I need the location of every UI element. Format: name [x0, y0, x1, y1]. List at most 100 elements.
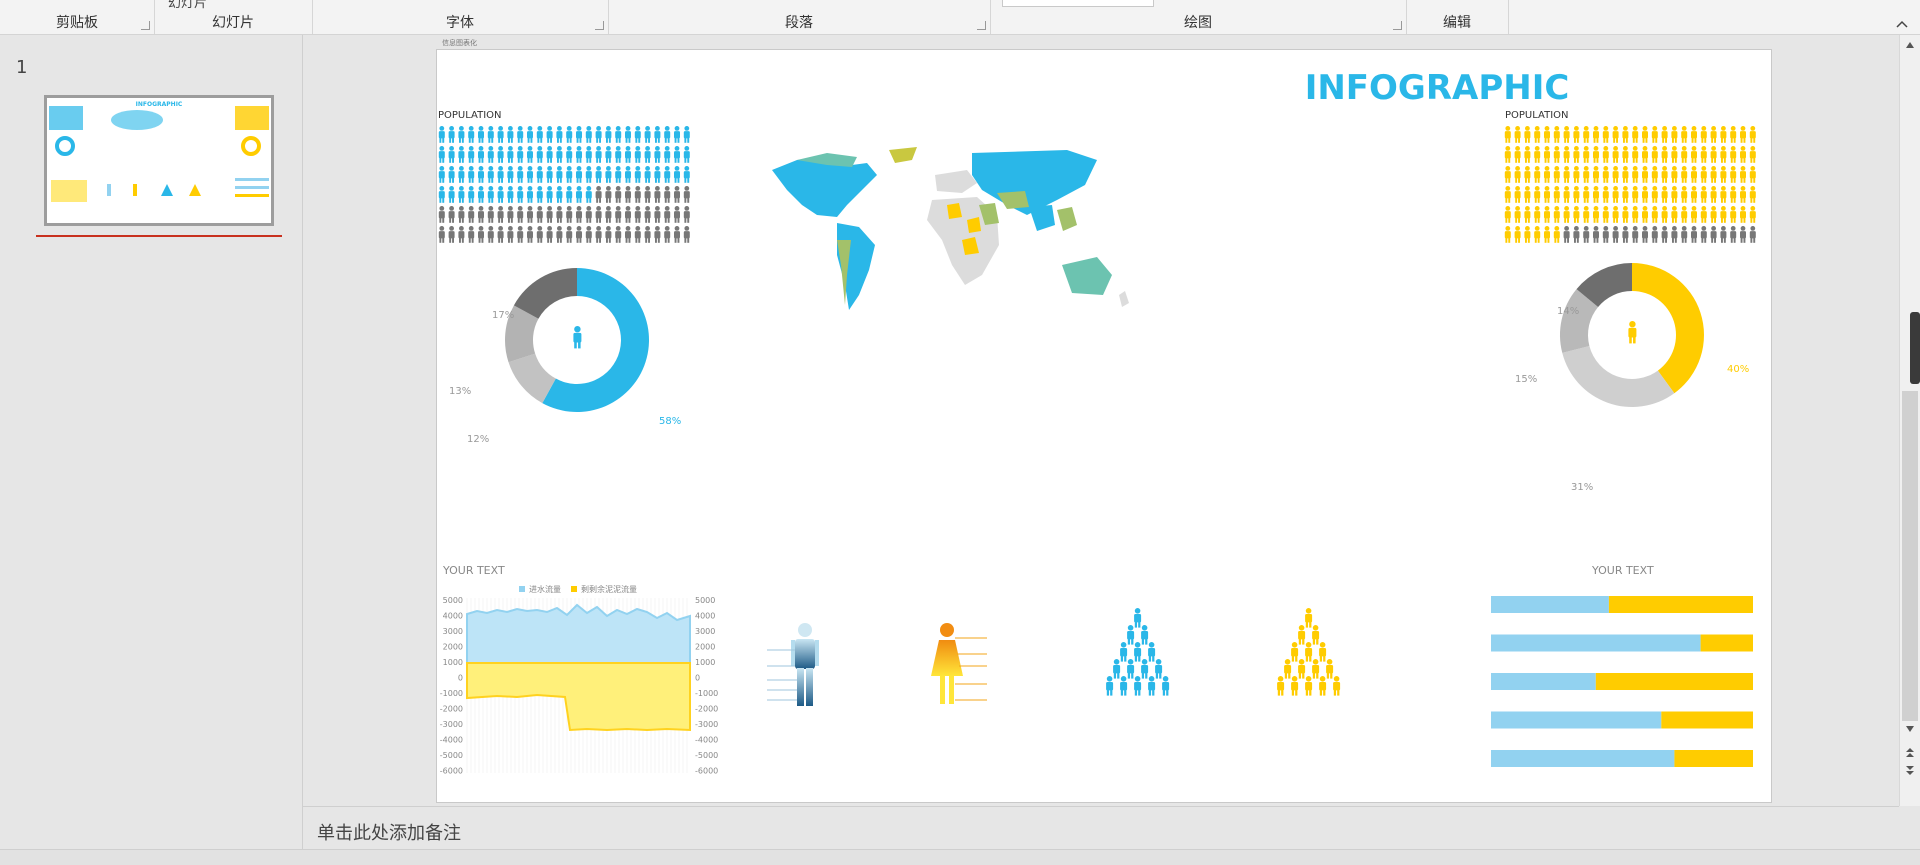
pyramid-person-icon [1148, 676, 1156, 696]
person-icon [1573, 226, 1580, 243]
pyramid-person-icon [1305, 642, 1313, 662]
person-icon [458, 226, 465, 243]
slide-small-title: 信息图表化 [442, 39, 477, 47]
person-icon [1524, 206, 1531, 223]
vertical-scrollbar[interactable] [1899, 35, 1920, 806]
person-icon [507, 186, 514, 203]
person-icon [438, 226, 445, 243]
person-icon [468, 206, 475, 223]
slide-thumbnail-pane: 1 INFOGRAPHIC [0, 35, 303, 849]
europe-region [935, 170, 977, 193]
y-tick-right: 3000 [695, 627, 715, 636]
legend-label-1: 进水流量 [529, 584, 561, 594]
notes-pane[interactable]: 单击此处添加备注 [303, 806, 1899, 850]
person-icon [1583, 226, 1590, 243]
person-icon [1700, 166, 1707, 183]
person-icon [487, 126, 494, 143]
next-slide-icon[interactable] [1905, 765, 1915, 777]
person-icon [1740, 146, 1746, 163]
person-icon [438, 146, 445, 163]
scroll-thumb[interactable] [1902, 391, 1918, 721]
person-icon [615, 166, 622, 183]
infographic-title[interactable]: INFOGRAPHIC [1037, 68, 1837, 108]
person-icon [1573, 206, 1580, 223]
male-figure-icon [767, 623, 819, 706]
person-icon [517, 166, 524, 183]
person-icon [1681, 206, 1688, 223]
bar-segment-blue [1491, 750, 1675, 767]
bar-segment-yellow [1608, 596, 1753, 613]
person-icon [605, 206, 612, 223]
person-icon [605, 126, 612, 143]
person-icon [1681, 186, 1688, 203]
pyramid-person-icon [1141, 659, 1149, 679]
y-tick-left: -6000 [440, 767, 463, 776]
person-icon [1573, 146, 1580, 163]
person-icon [605, 146, 612, 163]
donut-chart-left [505, 268, 649, 412]
notes-placeholder[interactable]: 单击此处添加备注 [317, 819, 461, 845]
person-icon [1544, 166, 1550, 183]
person-icon [1612, 146, 1619, 163]
pyramid-person-icon [1134, 608, 1142, 628]
person-icon [478, 146, 484, 163]
shape-gallery[interactable] [1002, 0, 1154, 7]
person-icon [1700, 226, 1707, 243]
person-icon [1524, 166, 1531, 183]
dialog-launcher-icon[interactable] [595, 21, 604, 30]
person-icon [1622, 126, 1629, 143]
person-icon [458, 166, 465, 183]
ribbon-group-drawing: 绘图 [990, 0, 1407, 34]
insertion-marker [36, 235, 282, 237]
person-icon [625, 166, 631, 183]
previous-slide-icon[interactable] [1905, 747, 1915, 759]
scroll-up-icon[interactable] [1905, 41, 1915, 49]
your-text-right[interactable]: YOUR TEXT [1592, 564, 1654, 577]
person-icon [585, 226, 592, 243]
person-icon [1740, 206, 1746, 223]
pyramid-person-icon [1319, 676, 1327, 696]
person-icon [1651, 146, 1658, 163]
person-icon [576, 146, 582, 163]
person-icon [448, 226, 455, 243]
your-text-left[interactable]: YOUR TEXT [443, 564, 505, 577]
person-icon [1730, 186, 1737, 203]
person-icon [1651, 126, 1658, 143]
person-icon [1534, 166, 1541, 183]
side-handle [1910, 312, 1920, 384]
person-icon [1573, 126, 1580, 143]
dialog-launcher-icon[interactable] [977, 21, 986, 30]
ribbon-group-label: 段落 [785, 15, 813, 31]
person-icon [1651, 166, 1658, 183]
pyramid-person-icon [1134, 676, 1142, 696]
ribbon-group-paragraph: 段落 [608, 0, 991, 34]
person-icon [546, 166, 553, 183]
person-icon [634, 146, 641, 163]
collapse-ribbon-icon[interactable] [1896, 20, 1908, 28]
person-icon [634, 126, 641, 143]
slide-canvas[interactable]: INFOGRAPHIC POPULATION POPULATION 17% 13… [436, 49, 1772, 803]
new-slide-button[interactable]: 幻灯片 [168, 0, 207, 11]
person-icon [1504, 166, 1511, 183]
status-bar [0, 849, 1920, 865]
person-icon [1730, 146, 1737, 163]
ribbon: 剪贴板 幻灯片 幻灯片 字体 段落 绘图 编辑 [0, 0, 1920, 35]
person-icon [536, 126, 543, 143]
slide-thumbnail[interactable]: INFOGRAPHIC [44, 95, 274, 226]
dialog-launcher-icon[interactable] [1393, 21, 1402, 30]
person-icon [546, 126, 553, 143]
legend-swatch-yellow [571, 586, 577, 592]
person-icon [654, 166, 661, 183]
person-icon [1534, 146, 1541, 163]
person-icon [605, 226, 612, 243]
scroll-down-icon[interactable] [1905, 725, 1915, 733]
person-icon [546, 206, 553, 223]
person-icon [487, 206, 494, 223]
dialog-launcher-icon[interactable] [141, 21, 150, 30]
donut-slice [1562, 345, 1675, 407]
person-icon [654, 126, 661, 143]
person-icon [438, 166, 445, 183]
person-icon [1504, 226, 1511, 243]
person-icon [1671, 206, 1678, 223]
person-icon [1710, 206, 1717, 223]
